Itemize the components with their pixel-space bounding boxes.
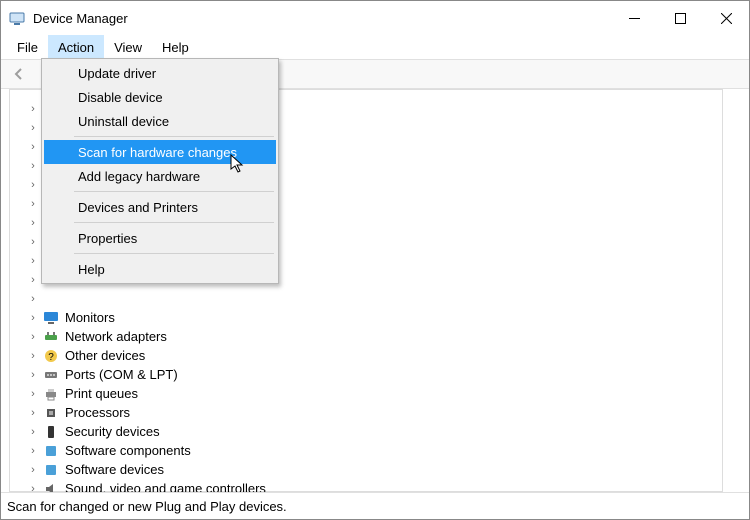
tree-label: Print queues — [65, 386, 138, 401]
device-manager-window: Device Manager File Action View Help › › — [0, 0, 750, 520]
tree-label: Processors — [65, 405, 130, 420]
tree-row-hidden[interactable]: › — [21, 289, 749, 308]
maximize-button[interactable] — [657, 1, 703, 35]
expander-icon[interactable]: › — [27, 312, 39, 324]
menu-separator — [74, 253, 274, 254]
menu-view[interactable]: View — [104, 35, 152, 59]
tree-row[interactable]: › Print queues — [21, 384, 749, 403]
menu-separator — [74, 191, 274, 192]
other-icon: ? — [43, 348, 59, 364]
menu-action[interactable]: Action — [48, 35, 104, 59]
tree-row[interactable]: › Ports (COM & LPT) — [21, 365, 749, 384]
tree-row[interactable]: › Software components — [21, 441, 749, 460]
software-icon — [43, 462, 59, 478]
expander-icon[interactable]: › — [27, 179, 39, 191]
menu-help[interactable]: Help — [152, 35, 199, 59]
menu-separator — [74, 222, 274, 223]
expander-icon[interactable]: › — [27, 483, 39, 493]
expander-icon[interactable]: › — [27, 122, 39, 134]
tree-label: Security devices — [65, 424, 160, 439]
tree-label: Network adapters — [65, 329, 167, 344]
tree-row[interactable]: › Sound, video and game controllers — [21, 479, 749, 492]
software-icon — [43, 443, 59, 459]
menu-item-help[interactable]: Help — [44, 257, 276, 281]
expander-icon[interactable]: › — [27, 198, 39, 210]
tree-label: Other devices — [65, 348, 145, 363]
menu-item-add-legacy[interactable]: Add legacy hardware — [44, 164, 276, 188]
tree-label: Sound, video and game controllers — [65, 481, 266, 492]
statusbar: Scan for changed or new Plug and Play de… — [1, 493, 749, 519]
cpu-icon — [43, 405, 59, 421]
expander-icon[interactable]: › — [27, 103, 39, 115]
network-icon — [43, 329, 59, 345]
expander-icon[interactable]: › — [27, 274, 39, 286]
tree-row[interactable]: ›? Other devices — [21, 346, 749, 365]
tree-label: Monitors — [65, 310, 115, 325]
menu-item-uninstall-device[interactable]: Uninstall device — [44, 109, 276, 133]
tree-label: Software devices — [65, 462, 164, 477]
tree-row[interactable]: › Software devices — [21, 460, 749, 479]
tree-label: Ports (COM & LPT) — [65, 367, 178, 382]
titlebar: Device Manager — [1, 1, 749, 35]
security-icon — [43, 424, 59, 440]
window-title: Device Manager — [33, 11, 611, 26]
toolbar-back-button[interactable] — [7, 63, 31, 85]
menu-separator — [74, 136, 274, 137]
expander-icon[interactable]: › — [27, 160, 39, 172]
tree-row[interactable]: › Monitors — [21, 308, 749, 327]
svg-text:?: ? — [48, 352, 54, 363]
expander-icon[interactable]: › — [27, 255, 39, 267]
menu-file[interactable]: File — [7, 35, 48, 59]
tree-row[interactable]: › Processors — [21, 403, 749, 422]
expander-icon[interactable]: › — [27, 388, 39, 400]
menu-item-properties[interactable]: Properties — [44, 226, 276, 250]
expander-icon[interactable]: › — [27, 293, 39, 305]
expander-icon[interactable]: › — [27, 331, 39, 343]
menu-item-devices-printers[interactable]: Devices and Printers — [44, 195, 276, 219]
expander-icon[interactable]: › — [27, 464, 39, 476]
menu-item-update-driver[interactable]: Update driver — [44, 61, 276, 85]
app-icon — [9, 10, 25, 26]
expander-icon[interactable]: › — [27, 426, 39, 438]
expander-icon[interactable]: › — [27, 445, 39, 457]
close-button[interactable] — [703, 1, 749, 35]
port-icon — [43, 367, 59, 383]
minimize-button[interactable] — [611, 1, 657, 35]
action-menu-dropdown: Update driver Disable device Uninstall d… — [41, 58, 279, 284]
menu-item-scan-hardware[interactable]: Scan for hardware changes — [44, 140, 276, 164]
expander-icon[interactable]: › — [27, 141, 39, 153]
expander-icon[interactable]: › — [27, 369, 39, 381]
window-controls — [611, 1, 749, 35]
tree-row[interactable]: › Network adapters — [21, 327, 749, 346]
expander-icon[interactable]: › — [27, 236, 39, 248]
tree-label: Software components — [65, 443, 191, 458]
sound-icon — [43, 481, 59, 493]
printer-icon — [43, 386, 59, 402]
expander-icon[interactable]: › — [27, 217, 39, 229]
expander-icon[interactable]: › — [27, 407, 39, 419]
menu-item-disable-device[interactable]: Disable device — [44, 85, 276, 109]
menubar: File Action View Help — [1, 35, 749, 59]
expander-icon[interactable]: › — [27, 350, 39, 362]
monitor-icon — [43, 310, 59, 326]
tree-row[interactable]: › Security devices — [21, 422, 749, 441]
statusbar-text: Scan for changed or new Plug and Play de… — [7, 499, 287, 514]
